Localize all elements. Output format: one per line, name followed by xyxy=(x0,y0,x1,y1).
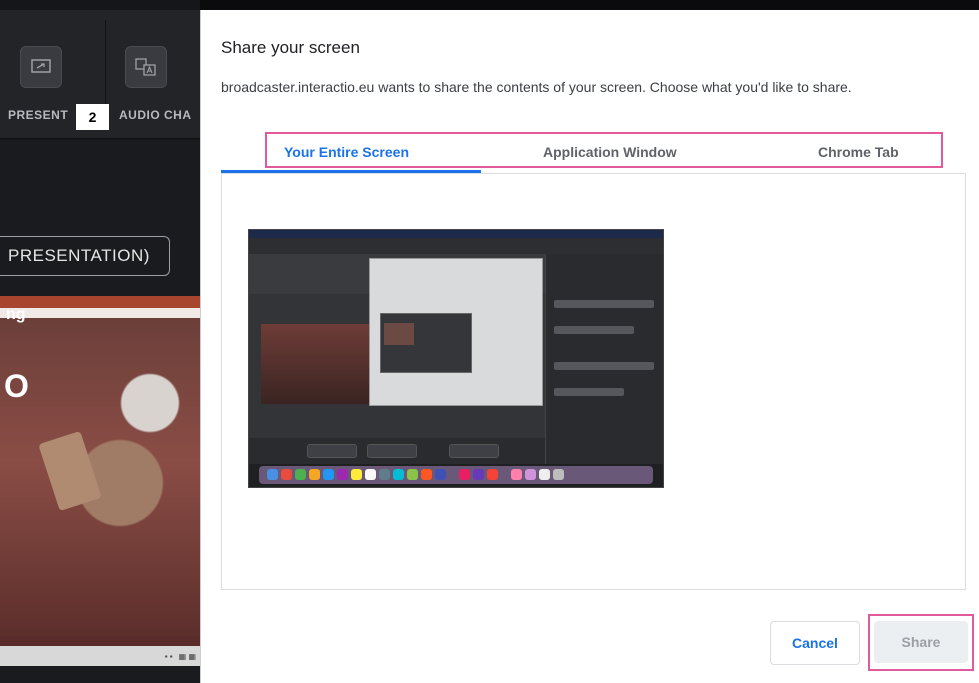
dock-icon xyxy=(309,469,320,480)
dock-icon xyxy=(487,469,498,480)
audio-channel-tool[interactable]: AUDIO CHA xyxy=(105,20,200,130)
thumb-side-row xyxy=(554,326,634,334)
dock-icon xyxy=(365,469,376,480)
dock-icon xyxy=(323,469,334,480)
dock-icon xyxy=(393,469,404,480)
thumb-browser-bar xyxy=(249,238,663,254)
dialog-title: Share your screen xyxy=(221,38,360,57)
thumb-sidebar xyxy=(545,254,663,464)
dock-icon xyxy=(435,469,446,480)
thumb-menubar xyxy=(249,230,663,238)
dock-icon xyxy=(421,469,432,480)
slide-bottom-text: ng xyxy=(6,306,26,323)
thumb-slide xyxy=(261,324,371,404)
presentation-chip[interactable]: PRESENTATION) xyxy=(0,236,170,276)
grid-icon[interactable]: ▦ ▦ xyxy=(179,652,196,661)
present-label: PRESENT xyxy=(8,108,69,122)
thumb-side-row xyxy=(554,362,654,370)
tab-application-window[interactable]: Application Window xyxy=(543,144,677,160)
dock-icon xyxy=(281,469,292,480)
dock-icon xyxy=(511,469,522,480)
thumb-pill xyxy=(307,444,357,458)
slide-big-text: O xyxy=(4,368,29,404)
cancel-button[interactable]: Cancel xyxy=(770,621,860,665)
dock-icon xyxy=(407,469,418,480)
slide-preview: O xyxy=(0,296,200,646)
dialog-description: broadcaster.interactio.eu wants to share… xyxy=(221,79,852,95)
thumb-pill xyxy=(367,444,417,458)
dock-icon xyxy=(267,469,278,480)
thumb-side-row xyxy=(554,300,654,308)
dock-icon xyxy=(379,469,390,480)
dock-icon xyxy=(525,469,536,480)
dock-icon xyxy=(553,469,564,480)
thumb-side-row xyxy=(554,388,624,396)
step-badge: 2 xyxy=(76,104,109,130)
dock-icon xyxy=(351,469,362,480)
dock-icon xyxy=(539,469,550,480)
present-icon xyxy=(20,46,62,88)
entire-screen-thumbnail[interactable] xyxy=(248,229,664,488)
audio-channel-label: AUDIO CHA xyxy=(119,108,192,122)
app-mid-area xyxy=(0,140,200,300)
thumb-dialog xyxy=(369,258,543,406)
dock-icon xyxy=(337,469,348,480)
slide-photo xyxy=(0,318,200,636)
slide-header-bar xyxy=(0,296,200,308)
tab-chrome-tab[interactable]: Chrome Tab xyxy=(818,144,899,160)
dock-icon xyxy=(295,469,306,480)
thumb-dialog-preview-photo xyxy=(384,323,414,345)
share-screen-dialog: Share your screen broadcaster.interactio… xyxy=(200,10,979,683)
background-app: PRESENT AUDIO CHA PRESENTATION) O ng ▪ ▪… xyxy=(0,0,200,683)
thumb-pill xyxy=(449,444,499,458)
app-bottom xyxy=(0,666,200,683)
audio-translate-icon xyxy=(125,46,167,88)
slide-white-bar xyxy=(0,308,200,318)
notes-icon[interactable]: ▪ ▪ xyxy=(165,652,173,661)
tab-entire-screen[interactable]: Your Entire Screen xyxy=(284,144,409,160)
share-button[interactable]: Share xyxy=(874,621,968,663)
slide-footer: ▪ ▪ ▦ ▦ xyxy=(0,646,200,666)
dock-icon xyxy=(473,469,484,480)
dock-icon xyxy=(459,469,470,480)
